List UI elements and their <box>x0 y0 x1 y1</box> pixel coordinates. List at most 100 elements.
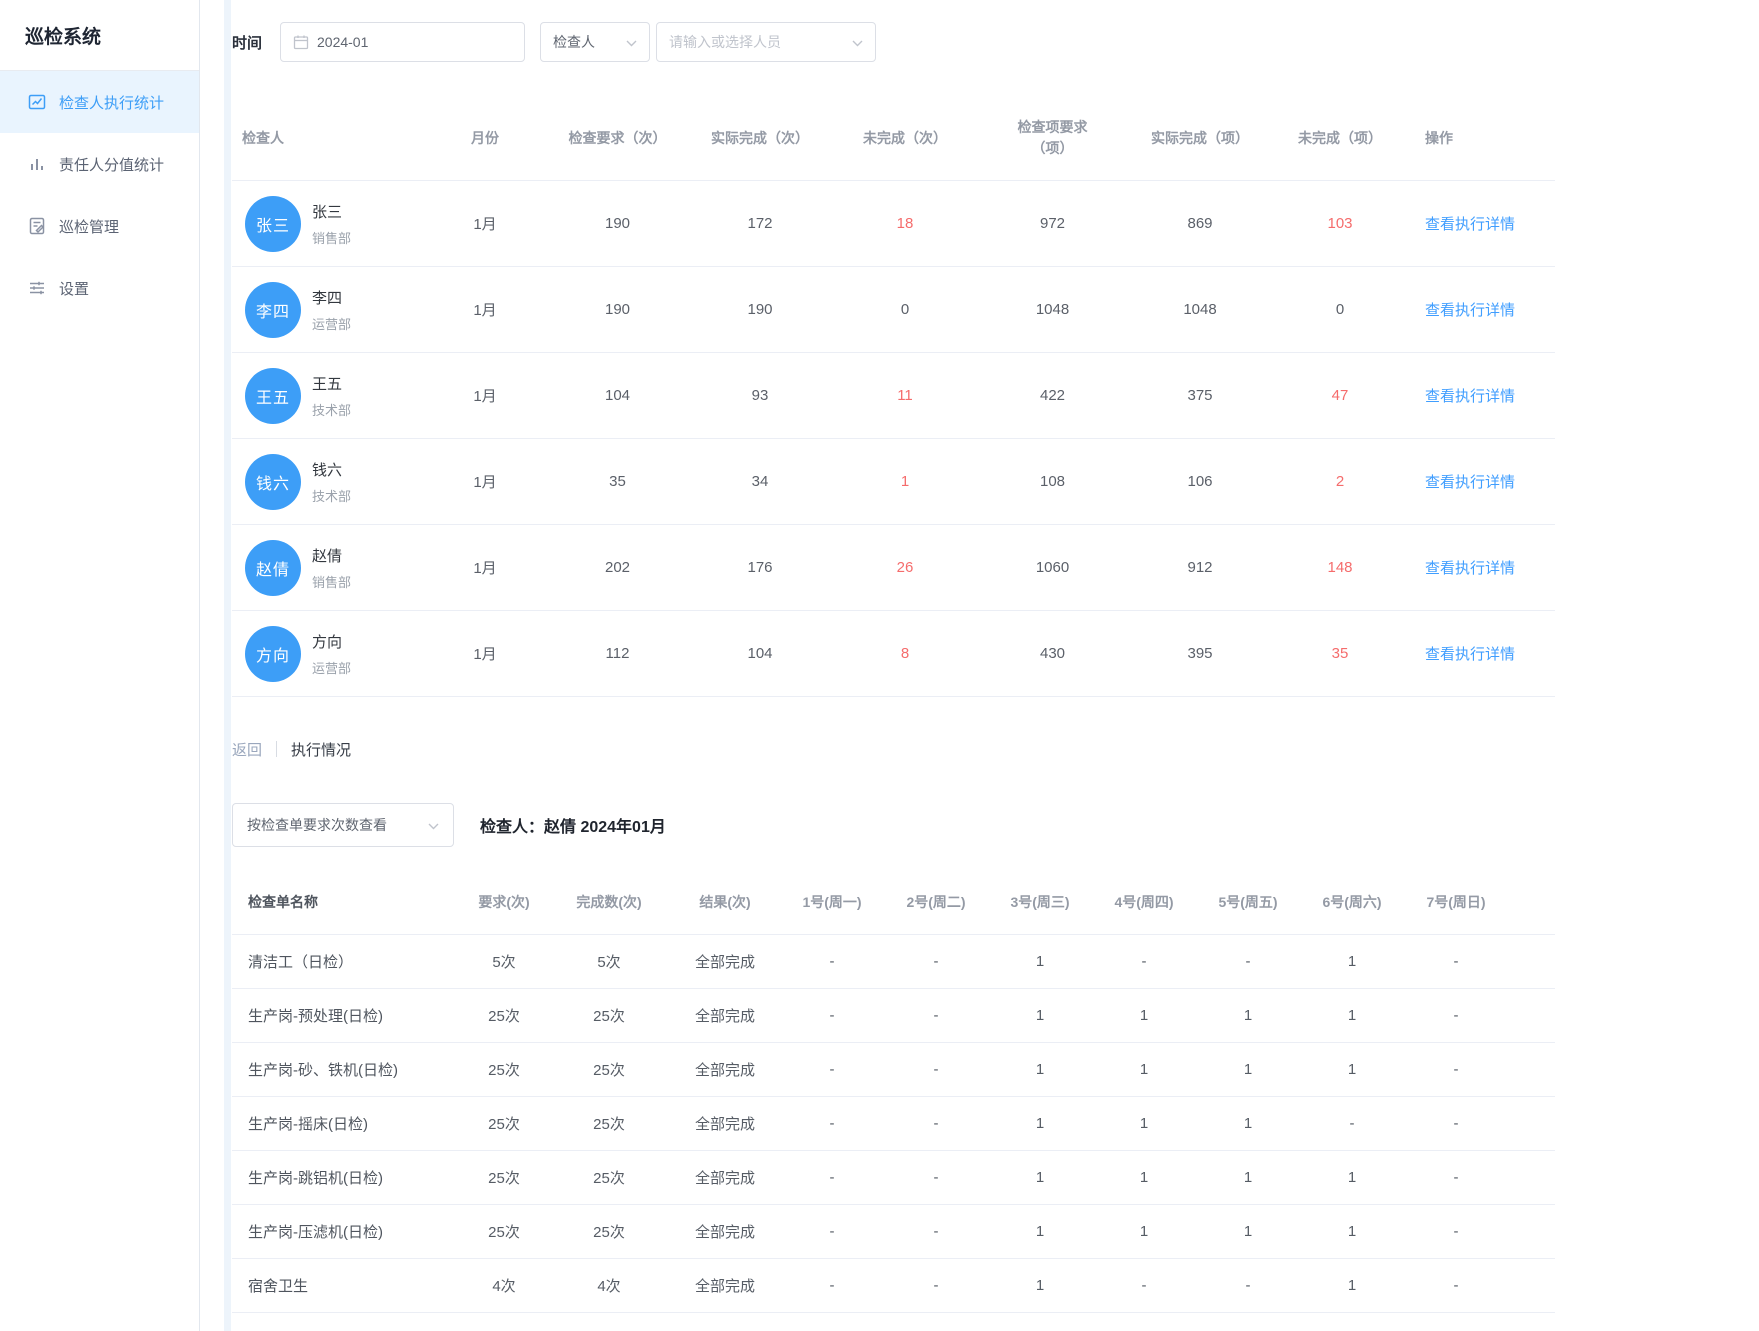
vertical-divider <box>276 741 277 757</box>
view-detail-link[interactable]: 查看执行详情 <box>1425 388 1515 405</box>
sidebar-item-score-stats[interactable]: 责任人分值统计 <box>0 133 199 195</box>
day-cell: - <box>1092 953 1196 970</box>
done-items-cell: 375 <box>1130 387 1270 404</box>
inspector-table-row: 钱六 钱六 技术部 1月 35 34 1 108 106 2 查看执行详情 <box>232 439 1555 525</box>
inspector-dept: 运营部 <box>312 658 351 677</box>
view-detail-link[interactable]: 查看执行详情 <box>1425 302 1515 319</box>
day-cell: 1 <box>988 1061 1092 1078</box>
bar-chart-icon <box>28 155 46 173</box>
required-cell: 25次 <box>460 1005 548 1026</box>
col-header: 6号(周六) <box>1300 892 1404 912</box>
detail-table-row: 生产岗-压滤机(日检) 25次 25次 全部完成 - - 1 1 1 1 - <box>232 1205 1555 1259</box>
back-link[interactable]: 返回 <box>232 739 262 760</box>
result-cell: 全部完成 <box>670 1059 780 1080</box>
page-scrollbar[interactable] <box>224 0 231 1331</box>
inspector-name: 赵倩 <box>312 545 351 566</box>
person-search-input[interactable]: 请输入或选择人员 <box>656 22 876 62</box>
month-cell: 1月 <box>420 385 550 406</box>
day-cell: 1 <box>1300 1277 1404 1294</box>
required-cell: 25次 <box>460 1059 548 1080</box>
avatar: 钱六 <box>245 454 301 510</box>
checklist-name-cell: 生产岗-砂、铁机(日检) <box>232 1059 460 1080</box>
day-cell: - <box>1404 1277 1508 1294</box>
detail-table-header: 检查单名称 要求(次) 完成数(次) 结果(次) 1号(周一) 2号(周二) 3… <box>232 870 1555 935</box>
col-header: 要求(次) <box>460 892 548 912</box>
completed-cell: 5次 <box>548 951 670 972</box>
day-cell: 1 <box>1092 1169 1196 1186</box>
sidebar-item-label: 检查人执行统计 <box>59 92 164 113</box>
inspector-cell: 方向 方向 运营部 <box>232 626 420 682</box>
sidebar-item-inspection-mgmt[interactable]: 巡检管理 <box>0 195 199 257</box>
sidebar-item-label: 责任人分值统计 <box>59 154 164 175</box>
col-header: 未完成（项） <box>1270 128 1410 148</box>
inspector-table-body: 张三 张三 销售部 1月 190 172 18 972 869 103 查看执行… <box>232 181 1555 697</box>
view-detail-link[interactable]: 查看执行详情 <box>1425 646 1515 663</box>
undone-times-cell: 11 <box>835 387 975 404</box>
detail-subject: 检查人：赵倩 2024年01月 <box>480 813 666 837</box>
day-cell: 1 <box>1300 1223 1404 1240</box>
day-cell: 1 <box>1092 1223 1196 1240</box>
col-header: 月份 <box>420 128 550 148</box>
sliders-icon <box>28 279 46 297</box>
inspector-table-row: 张三 张三 销售部 1月 190 172 18 972 869 103 查看执行… <box>232 181 1555 267</box>
day-cell: 1 <box>1196 1223 1300 1240</box>
inspector-cell: 王五 王五 技术部 <box>232 368 420 424</box>
day-cell: - <box>1404 1061 1508 1078</box>
completed-cell: 25次 <box>548 1113 670 1134</box>
detail-controls: 按检查单要求次数查看 检查人：赵倩 2024年01月 <box>232 803 666 847</box>
month-cell: 1月 <box>420 557 550 578</box>
done-items-cell: 1048 <box>1130 301 1270 318</box>
required-items-cell: 430 <box>975 645 1130 662</box>
day-cell: - <box>884 1169 988 1186</box>
done-items-cell: 395 <box>1130 645 1270 662</box>
person-type-select[interactable]: 检查人 <box>540 22 650 62</box>
col-header: 未完成（次） <box>835 128 975 148</box>
view-detail-link[interactable]: 查看执行详情 <box>1425 560 1515 577</box>
required-cell: 4次 <box>460 1275 548 1296</box>
view-detail-link[interactable]: 查看执行详情 <box>1425 474 1515 491</box>
avatar: 赵倩 <box>245 540 301 596</box>
undone-items-cell: 0 <box>1270 301 1410 318</box>
detail-table-row: 生产岗-预处理(日检) 25次 25次 全部完成 - - 1 1 1 1 - <box>232 989 1555 1043</box>
result-cell: 全部完成 <box>670 1275 780 1296</box>
col-header: 1号(周一) <box>780 892 884 912</box>
day-cell: 1 <box>1300 1061 1404 1078</box>
day-cell: 1 <box>1196 1169 1300 1186</box>
day-cell: 1 <box>1092 1115 1196 1132</box>
view-mode-select[interactable]: 按检查单要求次数查看 <box>232 803 454 847</box>
col-header: 实际完成（项） <box>1130 128 1270 148</box>
day-cell: - <box>780 1115 884 1132</box>
view-detail-link[interactable]: 查看执行详情 <box>1425 216 1515 233</box>
inspector-table-row: 赵倩 赵倩 销售部 1月 202 176 26 1060 912 148 查看执… <box>232 525 1555 611</box>
completed-cell: 25次 <box>548 1005 670 1026</box>
result-cell: 全部完成 <box>670 1113 780 1134</box>
month-picker[interactable]: 2024-01 <box>280 22 525 62</box>
inspector-dept: 技术部 <box>312 486 351 505</box>
day-cell: - <box>1404 1115 1508 1132</box>
day-cell: - <box>780 1007 884 1024</box>
day-cell: 1 <box>1196 1007 1300 1024</box>
undone-times-cell: 18 <box>835 215 975 232</box>
day-cell: 1 <box>988 1115 1092 1132</box>
sidebar-item-settings[interactable]: 设置 <box>0 257 199 319</box>
day-cell: - <box>1404 953 1508 970</box>
required-times-cell: 190 <box>550 301 685 318</box>
day-cell: - <box>1404 1007 1508 1024</box>
result-cell: 全部完成 <box>670 951 780 972</box>
required-items-cell: 108 <box>975 473 1130 490</box>
day-cell: - <box>884 1223 988 1240</box>
day-cell: - <box>1404 1223 1508 1240</box>
detail-section-header: 返回 执行情况 <box>232 737 351 761</box>
col-header: 检查项要求（项） <box>975 117 1130 159</box>
inspector-dept: 技术部 <box>312 400 351 419</box>
avatar: 王五 <box>245 368 301 424</box>
done-times-cell: 172 <box>685 215 835 232</box>
result-cell: 全部完成 <box>670 1167 780 1188</box>
sidebar-item-inspector-stats[interactable]: 检查人执行统计 <box>0 71 199 133</box>
day-cell: 1 <box>1300 1169 1404 1186</box>
view-mode-value: 按检查单要求次数查看 <box>247 815 387 835</box>
checklist-name-cell: 生产岗-摇床(日检) <box>232 1113 460 1134</box>
inspector-cell: 赵倩 赵倩 销售部 <box>232 540 420 596</box>
detail-table-row: 生产岗-砂、铁机(日检) 25次 25次 全部完成 - - 1 1 1 1 - <box>232 1043 1555 1097</box>
day-cell: 1 <box>988 1007 1092 1024</box>
